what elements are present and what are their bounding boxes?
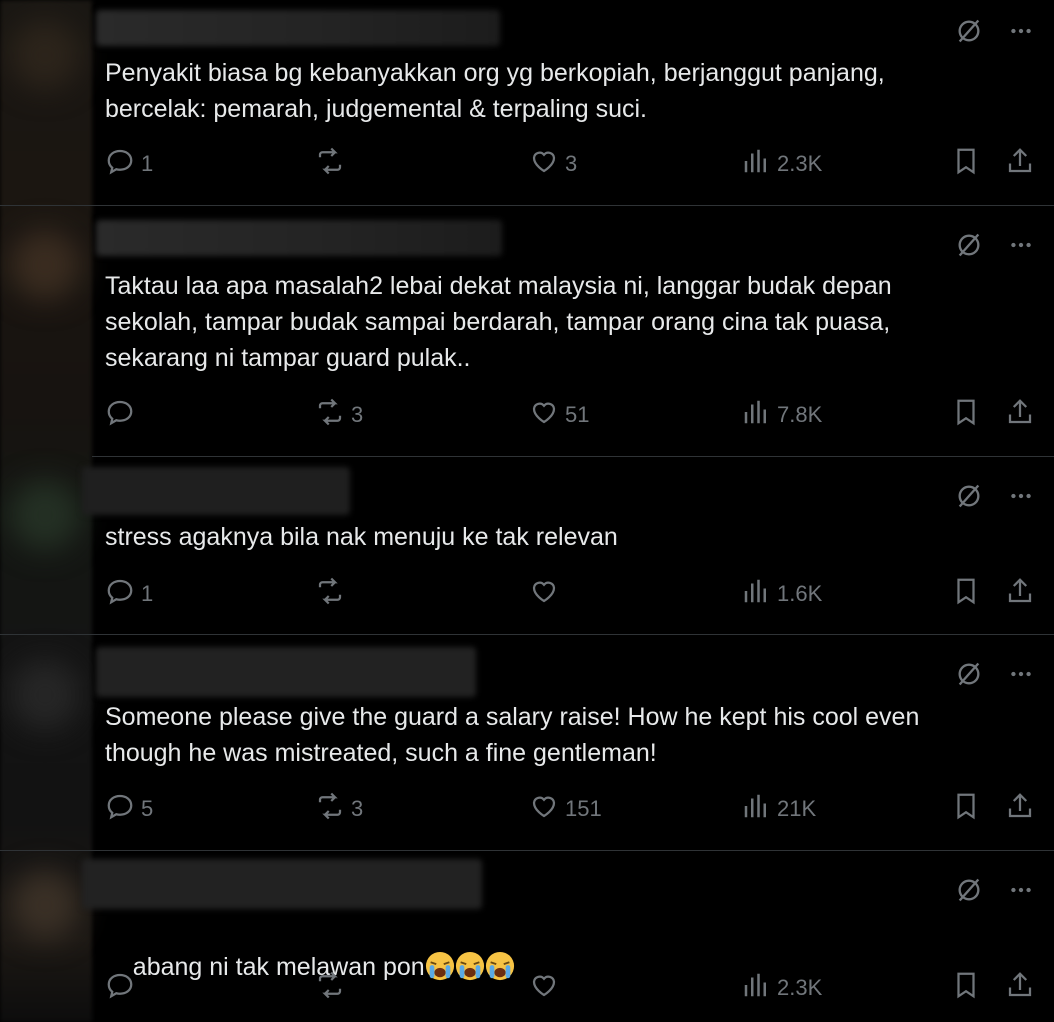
repost-icon bbox=[315, 791, 345, 827]
reply-item[interactable]: Penyakit biasa bg kebanyakkan org yg ber… bbox=[92, 0, 1054, 205]
share-icon bbox=[1005, 397, 1035, 433]
repost-button[interactable] bbox=[315, 576, 351, 612]
grok-icon[interactable] bbox=[954, 16, 984, 46]
views-button[interactable]: 21K bbox=[741, 793, 816, 825]
reply-text: Someone please give the guard a salary r… bbox=[105, 703, 920, 767]
reply-item[interactable]: Someone please give the guard a salary r… bbox=[92, 635, 1054, 850]
views-button[interactable]: 1.6K bbox=[741, 578, 822, 610]
reply-text: stress agaknya bila nak menuju ke tak re… bbox=[105, 523, 618, 551]
like-icon bbox=[529, 576, 559, 612]
bookmark-icon bbox=[951, 791, 981, 827]
like-icon bbox=[529, 397, 559, 433]
share-icon bbox=[1005, 970, 1035, 1006]
reply-button[interactable] bbox=[105, 399, 141, 431]
like-icon bbox=[529, 791, 559, 827]
author-name-blurred bbox=[82, 859, 482, 909]
grok-icon[interactable] bbox=[954, 659, 984, 689]
more-icon[interactable] bbox=[1006, 16, 1036, 46]
reply-icon bbox=[105, 397, 135, 433]
repost-icon bbox=[315, 146, 345, 182]
reply-button[interactable]: 5 bbox=[105, 793, 153, 825]
views-button[interactable]: 2.3K bbox=[741, 972, 822, 1004]
reply-button[interactable]: 1 bbox=[105, 578, 153, 610]
repost-button[interactable] bbox=[315, 146, 351, 182]
action-bar: 5 3 151 21K bbox=[105, 791, 1038, 827]
repost-icon bbox=[315, 397, 345, 433]
avatar[interactable] bbox=[10, 20, 80, 90]
reply-text: Taktau laa apa masalah2 lebai dekat mala… bbox=[105, 272, 892, 372]
share-button[interactable] bbox=[1005, 399, 1035, 431]
action-bar: 1 3 2.3K bbox=[105, 146, 1038, 182]
reply-icon bbox=[105, 970, 135, 1006]
bookmark-button[interactable] bbox=[951, 793, 981, 825]
author-name-blurred bbox=[96, 647, 476, 697]
views-icon bbox=[741, 970, 771, 1006]
views-icon bbox=[741, 576, 771, 612]
reply-icon bbox=[105, 146, 135, 182]
avatar[interactable] bbox=[10, 230, 80, 300]
avatar[interactable] bbox=[10, 870, 80, 940]
repost-icon bbox=[315, 970, 345, 1006]
repost-button[interactable]: 3 bbox=[315, 791, 363, 827]
repost-button[interactable] bbox=[315, 970, 351, 1006]
more-icon[interactable] bbox=[1006, 481, 1036, 511]
reply-item[interactable]: abang ni tak melawan pon 2.3K bbox=[82, 851, 1054, 1022]
share-button[interactable] bbox=[1005, 148, 1035, 180]
bookmark-button[interactable] bbox=[951, 972, 981, 1004]
share-icon bbox=[1005, 791, 1035, 827]
bookmark-button[interactable] bbox=[951, 578, 981, 610]
like-button[interactable] bbox=[529, 578, 565, 610]
like-button[interactable]: 3 bbox=[529, 148, 577, 180]
more-icon[interactable] bbox=[1006, 875, 1036, 905]
views-icon bbox=[741, 397, 771, 433]
bookmark-button[interactable] bbox=[951, 399, 981, 431]
like-button[interactable] bbox=[529, 972, 565, 1004]
share-button[interactable] bbox=[1005, 578, 1035, 610]
reply-item[interactable]: stress agaknya bila nak menuju ke tak re… bbox=[82, 457, 1054, 634]
views-icon bbox=[741, 146, 771, 182]
author-name-blurred bbox=[96, 10, 500, 46]
share-button[interactable] bbox=[1005, 972, 1035, 1004]
grok-icon[interactable] bbox=[954, 481, 984, 511]
like-icon bbox=[529, 146, 559, 182]
more-icon[interactable] bbox=[1006, 659, 1036, 689]
author-name-blurred bbox=[96, 220, 502, 256]
repost-icon bbox=[315, 576, 345, 612]
share-icon bbox=[1005, 146, 1035, 182]
reply-icon bbox=[105, 576, 135, 612]
repost-button[interactable]: 3 bbox=[315, 397, 363, 433]
reply-text: abang ni tak melawan pon bbox=[105, 913, 1014, 1021]
action-bar: 3 51 7.8K bbox=[105, 397, 1038, 433]
views-icon bbox=[741, 791, 771, 827]
avatar[interactable] bbox=[10, 480, 80, 550]
bookmark-button[interactable] bbox=[951, 148, 981, 180]
bookmark-icon bbox=[951, 146, 981, 182]
bookmark-icon bbox=[951, 576, 981, 612]
views-button[interactable]: 2.3K bbox=[741, 148, 822, 180]
reply-icon bbox=[105, 791, 135, 827]
bookmark-icon bbox=[951, 397, 981, 433]
share-button[interactable] bbox=[1005, 793, 1035, 825]
reply-text: Penyakit biasa bg kebanyakkan org yg ber… bbox=[105, 59, 885, 123]
reply-button[interactable] bbox=[105, 972, 141, 1004]
action-bar: 1 1.6K bbox=[105, 576, 1038, 612]
reply-item[interactable]: Taktau laa apa masalah2 lebai dekat mala… bbox=[92, 206, 1054, 456]
more-icon[interactable] bbox=[1006, 230, 1036, 260]
like-button[interactable]: 151 bbox=[529, 793, 602, 825]
action-bar: 2.3K bbox=[105, 970, 1038, 1006]
reply-button[interactable]: 1 bbox=[105, 148, 153, 180]
avatar[interactable] bbox=[10, 660, 80, 730]
grok-icon[interactable] bbox=[954, 230, 984, 260]
share-icon bbox=[1005, 576, 1035, 612]
grok-icon[interactable] bbox=[954, 875, 984, 905]
like-icon bbox=[529, 970, 559, 1006]
views-button[interactable]: 7.8K bbox=[741, 399, 822, 431]
author-name-blurred bbox=[82, 467, 350, 515]
bookmark-icon bbox=[951, 970, 981, 1006]
like-button[interactable]: 51 bbox=[529, 399, 589, 431]
